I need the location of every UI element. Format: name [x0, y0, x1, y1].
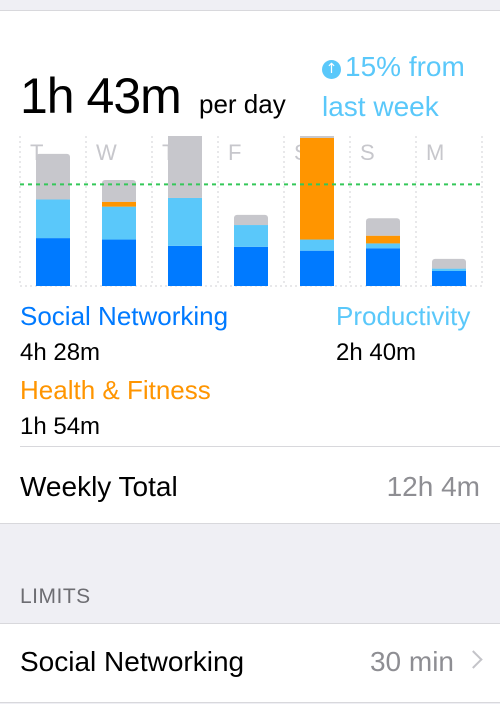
category-time-social: 4h 28m	[20, 339, 101, 366]
day-label: M	[426, 140, 444, 165]
category-label-social: Social Networking	[20, 301, 229, 331]
bar-segment-productivity	[36, 199, 70, 239]
daily-usage-chart[interactable]: TWTFSSM	[0, 136, 500, 288]
weekly-total-label: Weekly Total	[20, 471, 178, 502]
bar-segment-fill	[300, 136, 334, 138]
bar-segment-productivity	[234, 225, 268, 247]
limit-name: Social Networking	[20, 646, 245, 677]
bar-segment-health-fitness	[102, 201, 136, 207]
chevron-right-icon	[464, 650, 483, 669]
category-time-health: 1h 54m	[20, 413, 101, 440]
limit-row-social-networking[interactable]: Social Networking 30 min	[0, 623, 500, 703]
trend-period: last week	[322, 91, 439, 122]
bar-segment-fill	[36, 156, 70, 200]
bar-segment-health-fitness	[366, 235, 400, 244]
day-label: F	[228, 140, 241, 165]
usage-card: 1h 43m per day ↑15% from last week TWTFS…	[0, 11, 500, 524]
weekly-total-value: 12h 4m	[386, 471, 480, 502]
bar-segment-fill	[102, 183, 136, 202]
bar-segment-social-networking	[234, 246, 268, 286]
bar-segment-social-networking	[102, 239, 136, 286]
bar-segment-productivity	[432, 268, 466, 271]
bar-segment-productivity	[102, 206, 136, 240]
bar-segment-social-networking	[36, 238, 70, 286]
bar-segment-productivity	[366, 243, 400, 249]
bar-segment-fill	[234, 217, 268, 226]
bar-segment-fill	[432, 261, 466, 269]
category-time-productivity: 2h 40m	[336, 339, 417, 366]
bar-segment-productivity	[168, 197, 202, 246]
bar-segment-social-networking	[168, 245, 202, 286]
bar-segment-fill	[168, 136, 202, 198]
limit-value: 30 min	[369, 646, 454, 677]
divider	[20, 446, 500, 447]
daily-average-unit: per day	[199, 89, 286, 119]
top-strip	[0, 0, 500, 11]
day-label: W	[96, 140, 117, 165]
day-label: S	[360, 140, 375, 165]
category-label-productivity: Productivity	[336, 301, 471, 331]
daily-usage-chart-svg: TWTFSSM	[19, 136, 483, 287]
daily-average-value: 1h 43m	[20, 68, 182, 124]
bar-segment-productivity	[300, 239, 334, 251]
trend-percent: 15% from	[345, 51, 465, 82]
bar-segment-social-networking	[432, 271, 466, 286]
category-label-health: Health & Fitness	[20, 375, 211, 405]
weekly-trend: ↑ 15% from last week	[322, 47, 492, 127]
bar-segment-social-networking	[300, 250, 334, 286]
bar-segment-fill	[366, 221, 400, 236]
arrow-up-circle-icon: ↑	[322, 60, 341, 79]
bar-segment-social-networking	[366, 248, 400, 286]
limits-section-header: LIMITS	[20, 585, 91, 608]
bar-segment-health-fitness	[300, 137, 334, 240]
